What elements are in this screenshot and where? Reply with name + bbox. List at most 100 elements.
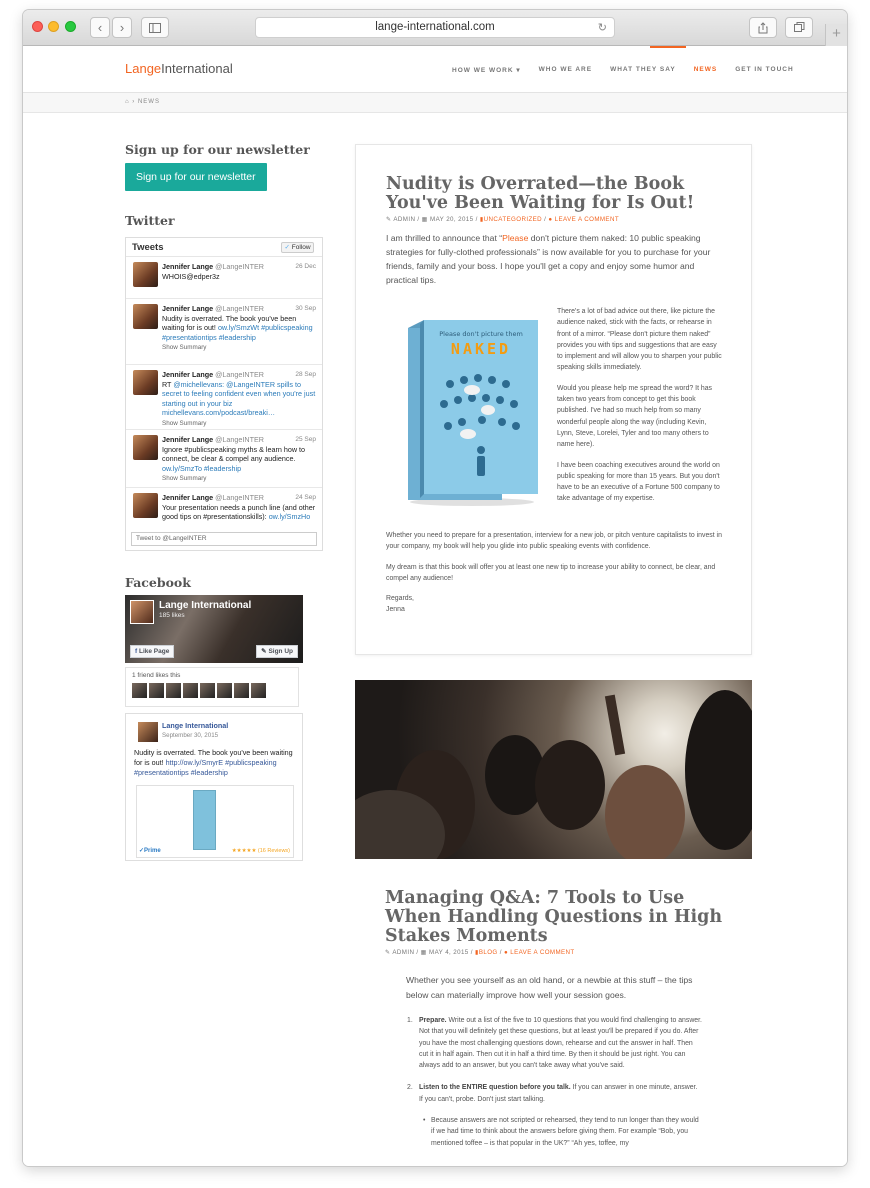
post-meta: ✎ ADMIN / ▦ MAY 20, 2015 / ▮UNCATEGORIZE… — [386, 216, 620, 223]
twitter-heading: Twitter — [125, 213, 175, 228]
facebook-page-name[interactable]: Lange International — [159, 600, 251, 611]
site-header: LangeInternational HOW WE WORK ▾ WHO WE … — [23, 46, 847, 93]
tweet-date: 30 Sep — [295, 305, 316, 312]
list-text: Prepare. Write out a list of the five to… — [419, 1015, 702, 1071]
tweets-label: Tweets — [132, 242, 164, 253]
post-signoff: Regards, — [386, 595, 414, 603]
post-paragraph: Whether you need to prepare for a presen… — [386, 532, 722, 551]
new-tab-button[interactable]: + — [825, 24, 847, 46]
like-page-label: Like Page — [138, 648, 170, 655]
main-menu: HOW WE WORK ▾ WHO WE ARE WHAT THEY SAY N… — [452, 66, 812, 74]
show-summary-link[interactable]: Show Summary — [162, 475, 206, 482]
newsletter-heading: Sign up for our newsletter — [125, 142, 310, 157]
post-author[interactable]: ADMIN — [393, 216, 415, 223]
tweet-date: 24 Sep — [295, 494, 316, 501]
site-logo[interactable]: LangeInternational — [125, 61, 233, 76]
leave-comment-link[interactable]: LEAVE A COMMENT — [510, 949, 574, 956]
nav-get-in-touch[interactable]: GET IN TOUCH — [735, 66, 793, 74]
tweet-link[interactable]: ow.ly/SmzHo — [269, 512, 311, 521]
tweet[interactable]: 24 Sep Jennifer Lange @LangeINTER Your pr… — [126, 488, 322, 529]
avatar — [133, 304, 158, 329]
post-title[interactable]: Managing Q&A: 7 Tools to Use When Handli… — [385, 889, 725, 946]
post-2-featured-image[interactable] — [355, 680, 752, 859]
post-signature: Jenna — [386, 606, 405, 614]
list-item: 1. Prepare. Write out a list of the five… — [407, 1015, 702, 1071]
post-paragraph: I have been coaching executives around t… — [557, 461, 720, 503]
twitter-follow-button[interactable]: ✓ Follow — [281, 242, 314, 253]
nav-what-they-say[interactable]: WHAT THEY SAY — [610, 66, 676, 74]
nav-who-we-are[interactable]: WHO WE ARE — [539, 66, 592, 74]
logo-part-international: International — [161, 61, 233, 76]
facebook-icon: f — [135, 648, 138, 655]
avatar — [133, 493, 158, 518]
tweet[interactable]: 26 Dec Jennifer Lange @LangeINTER WHOIS@e… — [126, 257, 322, 299]
facebook-page-cover[interactable]: Lange International 185 likes f Like Pag… — [125, 595, 303, 663]
sidebar-icon — [149, 23, 161, 33]
book-cover-image: Please don't picture them NAKED — [408, 320, 538, 506]
facebook-friends-box: 1 friend likes this — [125, 667, 299, 707]
nav-how-we-work[interactable]: HOW WE WORK ▾ — [452, 66, 521, 74]
tweet-date: 26 Dec — [295, 263, 316, 270]
avatar — [133, 370, 158, 395]
close-window-button[interactable] — [32, 21, 43, 32]
tweet-handle: @LangeINTER — [215, 304, 264, 313]
facebook-post: Lange International September 30, 2015 N… — [125, 713, 303, 861]
calendar-icon: ▦ — [421, 216, 428, 223]
tweet-author: Jennifer Lange — [162, 262, 214, 271]
home-icon[interactable]: ⌂ — [125, 99, 130, 105]
tweet-text: WHOIS@edper3z — [162, 271, 220, 281]
tweet-compose-input[interactable]: Tweet to @LangeINTER — [131, 532, 317, 546]
facebook-post-image[interactable]: ✓Prime ★★★★★ (16 Reviews) — [136, 785, 294, 858]
nav-news[interactable]: NEWS — [694, 66, 718, 74]
newsletter-signup-button[interactable]: Sign up for our newsletter — [125, 163, 267, 191]
tweet-author: Jennifer Lange — [162, 435, 214, 444]
leave-comment-link[interactable]: LEAVE A COMMENT — [555, 216, 619, 223]
facebook-post-author[interactable]: Lange International — [162, 721, 294, 731]
reload-icon[interactable]: ↻ — [598, 19, 607, 38]
tweet-handle: @LangeINTER — [215, 262, 264, 271]
address-bar[interactable]: lange-international.com ↻ — [255, 17, 615, 38]
website: LangeInternational HOW WE WORK ▾ WHO WE … — [23, 46, 847, 1166]
browser-toolbar: ‹ › lange-international.com ↻ + — [23, 10, 847, 46]
tweet-author: Jennifer Lange — [162, 370, 214, 379]
post-body-full: Whether you need to prepare for a presen… — [386, 530, 726, 616]
tabs-icon — [793, 22, 804, 32]
facebook-post-text: Nudity is overrated. The book you've bee… — [134, 748, 294, 778]
tweet-link[interactable]: @michellevans: @LangeINTER spills to sec… — [162, 380, 315, 418]
facebook-post-date[interactable]: September 30, 2015 — [162, 731, 294, 741]
show-summary-link[interactable]: Show Summary — [162, 344, 206, 351]
tabs-button[interactable] — [785, 17, 813, 38]
forward-button[interactable]: › — [112, 17, 132, 38]
book-thumbnail — [193, 790, 216, 850]
bullet-text: Because answers are not scripted or rehe… — [431, 1117, 699, 1147]
list-item: • Because answers are not scripted or re… — [423, 1115, 702, 1149]
list-item-bold: Prepare. — [419, 1017, 447, 1024]
facebook-like-page-button[interactable]: f Like Page — [130, 645, 175, 658]
book-link[interactable]: Please — [502, 233, 528, 243]
facebook-sign-up-button[interactable]: ✎ Sign Up — [256, 645, 298, 658]
sidebar-toggle-button[interactable] — [141, 17, 169, 38]
post-author[interactable]: ADMIN — [392, 949, 414, 956]
facebook-page-avatar — [130, 600, 154, 624]
back-button[interactable]: ‹ — [90, 17, 110, 38]
post-category[interactable]: UNCATEGORIZED — [484, 216, 542, 223]
sidebar: Sign up for our newsletter Sign up for o… — [125, 142, 323, 861]
facebook-post-avatar — [138, 722, 158, 742]
post-paragraph: There's a lot of bad advice out there, l… — [557, 308, 722, 372]
url-text: lange-international.com — [375, 21, 495, 33]
post-title[interactable]: Nudity is Overrated—the Book You've Been… — [386, 175, 726, 213]
tweet[interactable]: 28 Sep Jennifer Lange @LangeINTER RT @mic… — [126, 365, 322, 430]
post-category[interactable]: BLOG — [479, 949, 498, 956]
tweet-text: RT — [162, 379, 174, 389]
maximize-window-button[interactable] — [65, 21, 76, 32]
tweet[interactable]: 25 Sep Jennifer Lange @LangeINTER Ignore … — [126, 430, 322, 488]
tweet[interactable]: 30 Sep Jennifer Lange @LangeINTER Nudity … — [126, 299, 322, 365]
tweet-handle: @LangeINTER — [215, 435, 264, 444]
tweet-author: Jennifer Lange — [162, 493, 214, 502]
list-text: Listen to the ENTIRE question before you… — [419, 1082, 702, 1105]
pencil-icon: ✎ — [385, 949, 391, 956]
minimize-window-button[interactable] — [48, 21, 59, 32]
tweet-link[interactable]: ow.ly/SmzTo #leadership — [162, 464, 241, 473]
share-button[interactable] — [749, 17, 777, 38]
show-summary-link[interactable]: Show Summary — [162, 420, 206, 427]
